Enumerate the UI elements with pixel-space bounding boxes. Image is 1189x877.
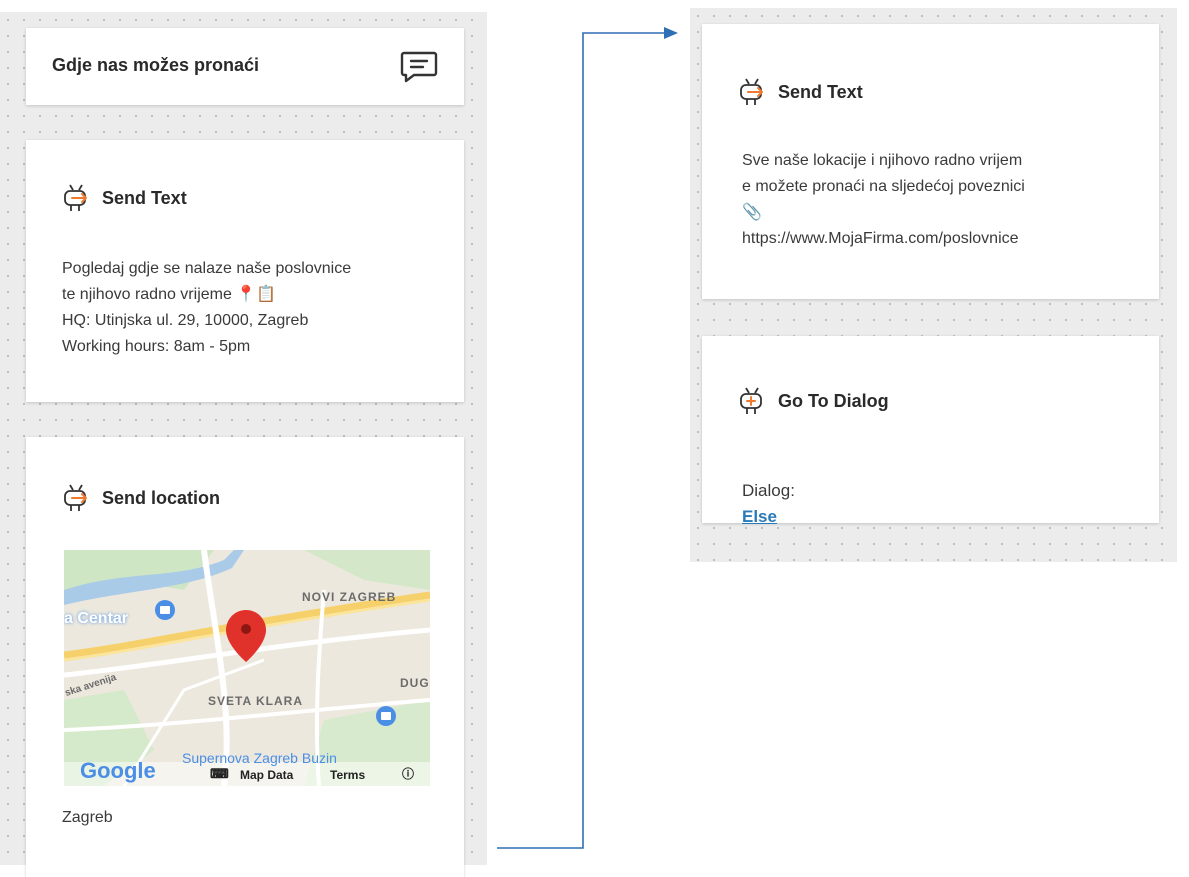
connector-arrowhead xyxy=(664,27,678,39)
flow-connector xyxy=(497,27,678,849)
